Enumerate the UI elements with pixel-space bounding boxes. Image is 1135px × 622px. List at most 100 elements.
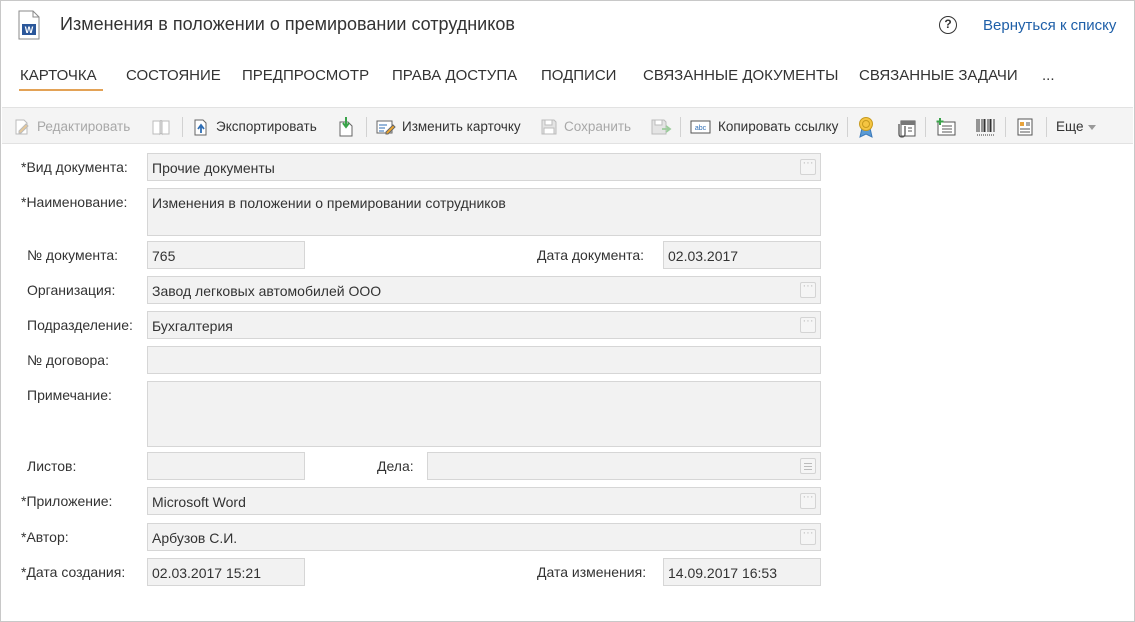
created-value: 02.03.2017 15:21 [152, 565, 261, 581]
toolbar-separator [182, 117, 183, 137]
tab-signatures[interactable]: ПОДПИСИ [541, 67, 616, 91]
ellipsis-icon[interactable] [800, 491, 816, 509]
save-and-close-icon [651, 119, 672, 134]
organization-field[interactable]: Завод легковых автомобилей ООО [147, 276, 821, 304]
card-select-icon[interactable] [800, 458, 816, 474]
cases-label: Дела: [377, 458, 414, 474]
word-document-icon: W [18, 10, 40, 40]
modified-field[interactable]: 14.09.2017 16:53 [663, 558, 821, 586]
doc-number-field[interactable]: 765 [147, 241, 305, 269]
attachment-button[interactable] [895, 108, 923, 145]
change-card-button[interactable]: Изменить карточку [376, 108, 521, 145]
tab-card[interactable]: КАРТОЧКА [19, 67, 103, 91]
doc-type-field[interactable]: Прочие документы [147, 153, 821, 181]
add-to-list-button[interactable] [935, 108, 963, 145]
edit-card-icon [376, 120, 396, 134]
view-button[interactable] [151, 108, 177, 145]
note-field[interactable] [147, 381, 821, 447]
export-button-label: Экспортировать [216, 119, 317, 134]
name-value: Изменения в положении о премировании сот… [152, 195, 506, 211]
import-button[interactable] [336, 108, 362, 145]
doc-date-label: Дата документа: [537, 247, 645, 263]
more-button-label: Еще [1056, 119, 1084, 134]
export-icon [194, 119, 207, 135]
export-button[interactable]: Экспортировать [192, 108, 317, 145]
card-view-button[interactable] [1016, 108, 1040, 145]
organization-label: Организация: [27, 282, 116, 298]
edit-button-label: Редактировать [37, 119, 131, 134]
tab-status[interactable]: СОСТОЯНИЕ [126, 67, 221, 91]
department-label: Подразделение: [27, 317, 133, 333]
organization-value: Завод легковых автомобилей ООО [152, 283, 382, 299]
doc-type-label: *Вид документа: [21, 159, 128, 175]
abc-icon-text: abc [695, 125, 707, 132]
change-card-button-label: Изменить карточку [402, 119, 521, 134]
award-button[interactable] [857, 108, 881, 145]
application-field[interactable]: Microsoft Word [147, 487, 821, 515]
copy-link-button[interactable]: abc Копировать ссылку [690, 108, 838, 145]
toolbar-separator [1005, 117, 1006, 137]
contract-number-field[interactable] [147, 346, 821, 374]
sheets-field[interactable] [147, 452, 305, 480]
book-icon [152, 119, 170, 135]
department-value: Бухгалтерия [152, 318, 233, 334]
doc-number-value: 765 [152, 248, 176, 264]
note-label: Примечание: [27, 387, 112, 403]
modified-label: Дата изменения: [537, 564, 647, 580]
tab-related-documents[interactable]: СВЯЗАННЫЕ ДОКУМЕНТЫ [643, 67, 838, 91]
page-title: Изменения в положении о премировании сот… [60, 14, 515, 34]
chevron-down-icon [1088, 125, 1097, 130]
document-card-window: W Изменения в положении о премировании с… [0, 0, 1135, 622]
toolbar-separator [925, 117, 926, 137]
department-field[interactable]: Бухгалтерия [147, 311, 821, 339]
barcode-icon [976, 118, 995, 135]
more-button[interactable]: Еще [1056, 108, 1097, 145]
toolbar: Редактировать Экспортировать Изменить ка… [2, 107, 1133, 144]
created-label: *Дата создания: [21, 564, 126, 580]
cases-field[interactable] [427, 452, 821, 480]
doc-number-label: № документа: [27, 247, 119, 263]
copy-link-button-label: Копировать ссылку [718, 119, 839, 134]
contact-card-icon [1017, 118, 1033, 135]
doc-type-value: Прочие документы [152, 160, 275, 176]
author-value: Арбузов С.И. [152, 530, 238, 546]
author-label: *Автор: [21, 529, 69, 545]
abc-link-icon: abc [690, 120, 711, 133]
help-icon[interactable]: ? [939, 16, 957, 34]
save-button-label: Сохранить [564, 119, 632, 134]
created-field[interactable]: 02.03.2017 15:21 [147, 558, 305, 586]
save-button[interactable]: Сохранить [540, 108, 631, 145]
tab-preview[interactable]: ПРЕДПРОСМОТР [242, 67, 369, 91]
toolbar-separator [847, 117, 848, 137]
add-list-icon [936, 117, 956, 135]
ellipsis-icon[interactable] [800, 527, 816, 545]
name-label: *Наименование: [21, 194, 128, 210]
edit-button[interactable]: Редактировать [13, 108, 130, 145]
ellipsis-icon[interactable] [800, 315, 816, 333]
word-icon-letter: W [25, 25, 34, 35]
author-field[interactable]: Арбузов С.И. [147, 523, 821, 551]
save-icon [541, 119, 557, 134]
toolbar-separator [680, 117, 681, 137]
modified-value: 14.09.2017 16:53 [668, 565, 777, 581]
edit-icon [15, 119, 29, 134]
toolbar-separator [1046, 117, 1047, 137]
paperclip-calendar-icon [898, 120, 916, 138]
tab-more[interactable]: ... [1042, 67, 1055, 91]
back-to-list-link[interactable]: Вернуться к списку [983, 17, 1116, 34]
name-field[interactable]: Изменения в положении о премировании сот… [147, 188, 821, 236]
save-and-close-button[interactable] [650, 108, 678, 145]
award-icon [859, 116, 873, 138]
application-value: Microsoft Word [152, 494, 246, 510]
ellipsis-icon[interactable] [800, 280, 816, 298]
tab-access-rights[interactable]: ПРАВА ДОСТУПА [392, 67, 517, 91]
doc-date-field[interactable]: 02.03.2017 [663, 241, 821, 269]
doc-date-value: 02.03.2017 [668, 248, 739, 264]
application-label: *Приложение: [21, 493, 113, 509]
tab-related-tasks[interactable]: СВЯЗАННЫЕ ЗАДАЧИ [859, 67, 1018, 91]
barcode-button[interactable] [975, 108, 1003, 145]
contract-number-label: № договора: [27, 352, 109, 368]
sheets-label: Листов: [27, 458, 77, 474]
import-icon [339, 116, 353, 136]
ellipsis-icon[interactable] [800, 157, 816, 175]
